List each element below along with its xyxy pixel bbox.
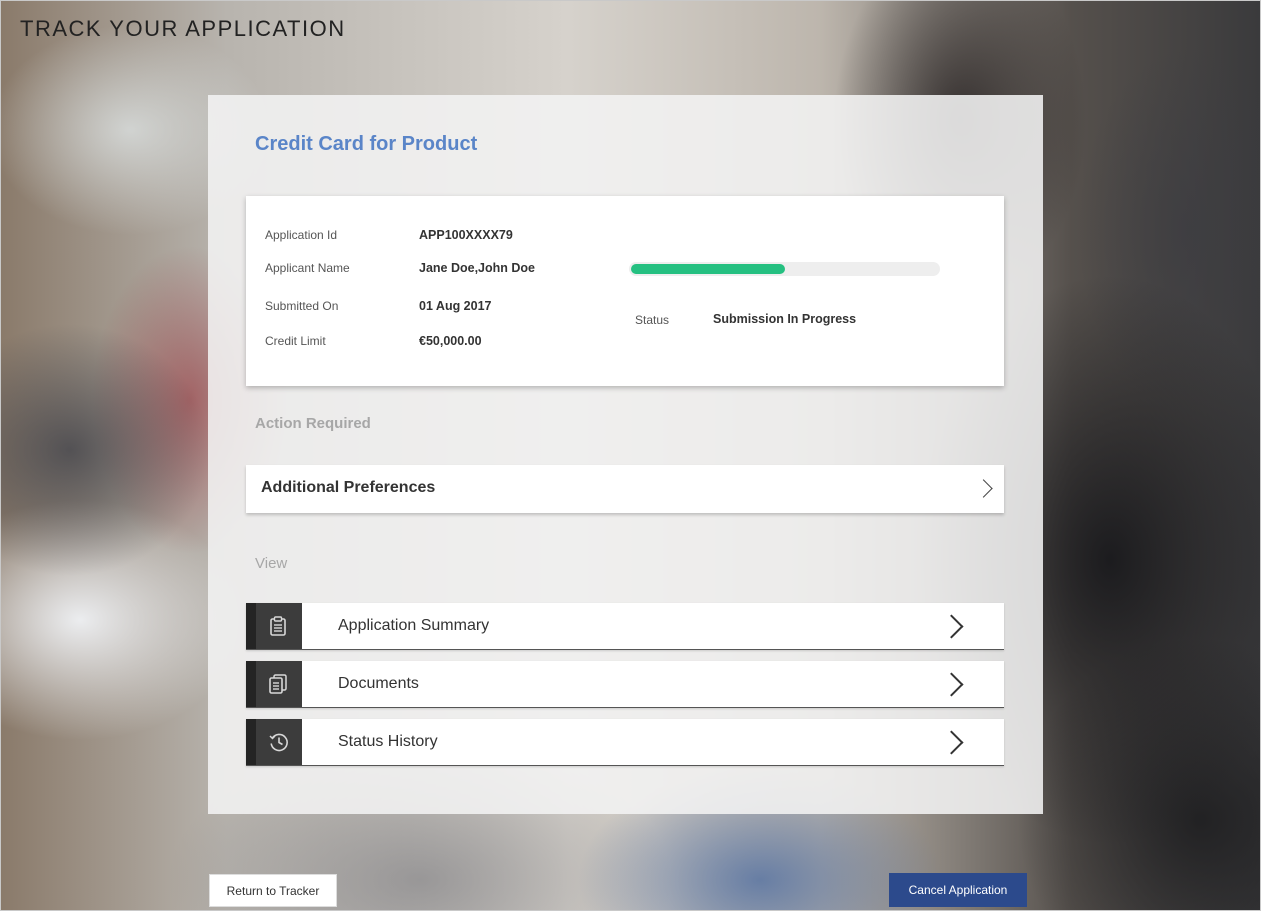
field-label: Credit Limit	[265, 334, 326, 348]
status-value: Submission In Progress	[713, 312, 857, 326]
application-summary-label: Application Summary	[338, 617, 490, 634]
documents-item[interactable]: Documents	[246, 661, 1004, 708]
view-heading: View	[255, 555, 288, 572]
progress-bar-fill	[631, 264, 785, 274]
chevron-right-icon	[974, 479, 993, 498]
submitted-on-value: 01 Aug 2017	[419, 299, 492, 313]
chevron-right-icon	[939, 614, 964, 639]
cancel-application-button[interactable]: Cancel Application	[889, 873, 1027, 907]
application-summary-card: Application Id APP100XXXX79 Applicant Na…	[246, 196, 1004, 386]
page-title: TRACK YOUR APPLICATION	[20, 16, 346, 41]
credit-limit-value: €50,000.00	[419, 334, 482, 348]
application-panel: Credit Card for Product Application Id A…	[208, 95, 1043, 814]
status-label: Status	[635, 313, 670, 327]
application-id-value: APP100XXXX79	[419, 228, 513, 242]
status-history-label: Status History	[338, 733, 438, 750]
history-clock-icon	[246, 719, 302, 765]
status-history-item[interactable]: Status History	[246, 719, 1004, 766]
field-label: Applicant Name	[265, 261, 350, 275]
action-required-heading: Action Required	[255, 415, 371, 432]
application-summary-item[interactable]: Application Summary	[246, 603, 1004, 650]
documents-icon	[246, 661, 302, 707]
return-to-tracker-button[interactable]: Return to Tracker	[209, 874, 337, 907]
additional-preferences-item[interactable]: Additional Preferences	[246, 465, 1004, 513]
chevron-right-icon	[939, 672, 964, 697]
applicant-name-value: Jane Doe,John Doe	[419, 261, 535, 275]
progress-bar	[629, 262, 940, 276]
additional-preferences-label: Additional Preferences	[261, 479, 436, 496]
field-label: Submitted On	[265, 299, 339, 313]
product-title: Credit Card for Product	[255, 133, 478, 155]
documents-label: Documents	[338, 675, 419, 692]
field-label: Application Id	[265, 228, 338, 242]
clipboard-icon	[246, 603, 302, 649]
chevron-right-icon	[939, 730, 964, 755]
